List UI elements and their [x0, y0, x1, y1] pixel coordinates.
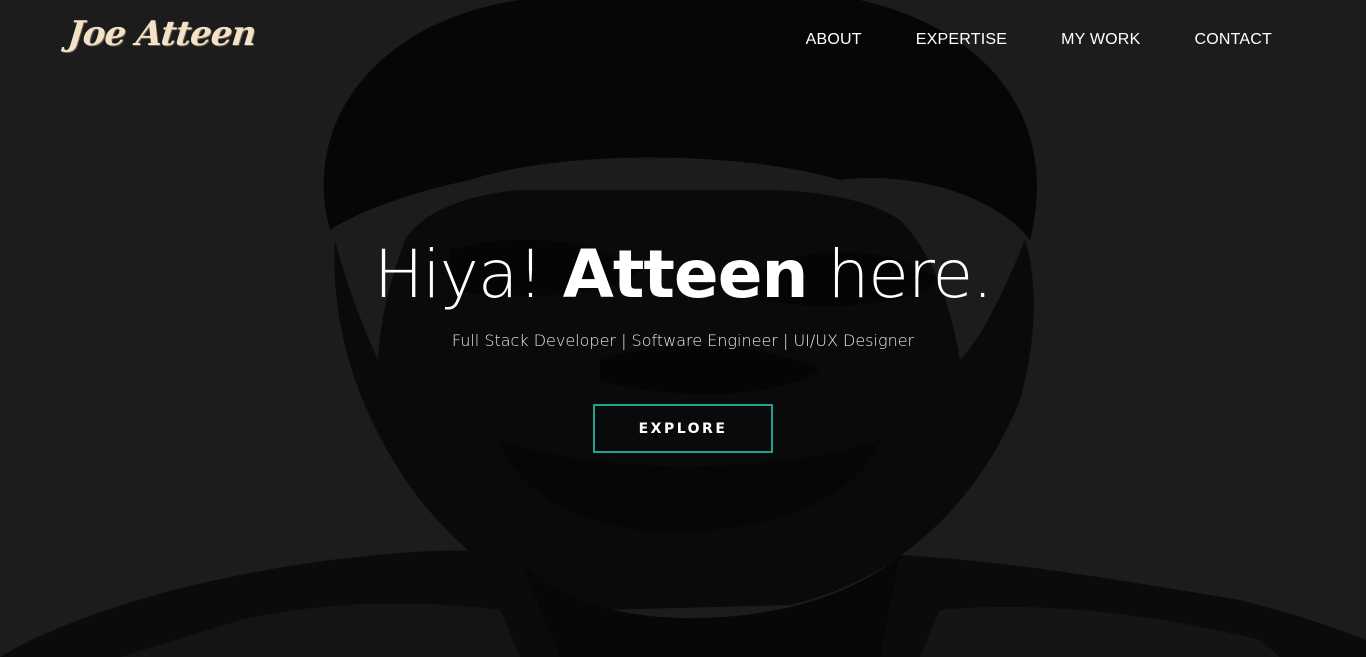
nav-item-about[interactable]: ABOUT — [806, 31, 862, 49]
hero-subtitle: Full Stack Developer | Software Engineer… — [451, 331, 915, 350]
headline-prefix: Hiya! — [373, 236, 544, 313]
hero-background-portrait — [0, 0, 1366, 657]
headline-name: Atteen — [562, 236, 809, 313]
nav-item-contact[interactable]: CONTACT — [1194, 31, 1272, 49]
nav-item-my-work[interactable]: MY WORK — [1061, 31, 1140, 49]
site-logo[interactable]: Joe Atteen — [66, 14, 258, 54]
explore-button[interactable]: EXPLORE — [593, 404, 773, 453]
hero-section: Joe Atteen ABOUT EXPERTISE MY WORK CONTA… — [0, 0, 1366, 657]
headline-suffix: here. — [827, 236, 993, 313]
nav-item-expertise[interactable]: EXPERTISE — [916, 31, 1007, 49]
main-nav: ABOUT EXPERTISE MY WORK CONTACT — [806, 31, 1272, 49]
hero-headline: Hiya! Atteen here. — [0, 236, 1366, 313]
